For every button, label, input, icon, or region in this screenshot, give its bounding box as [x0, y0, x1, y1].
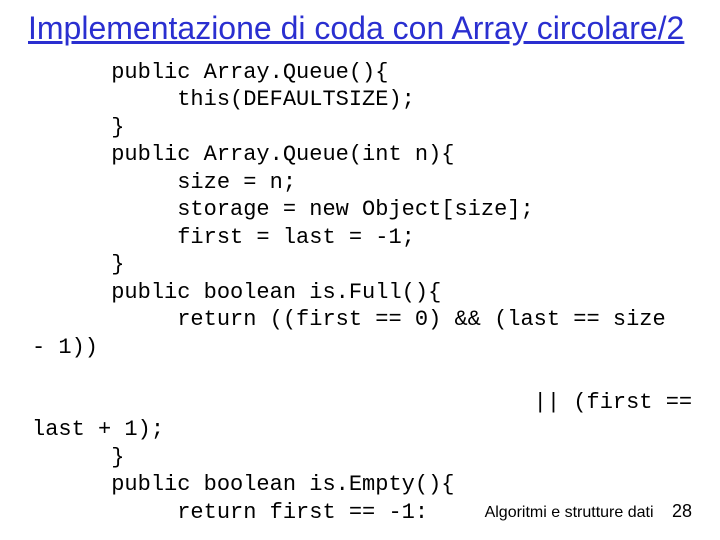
footer-label: Algoritmi e strutture dati: [485, 504, 654, 521]
slide: Implementazione di coda con Array circol…: [0, 0, 720, 540]
footer: Algoritmi e strutture dati 28: [485, 501, 692, 522]
slide-title: Implementazione di coda con Array circol…: [28, 10, 692, 47]
code-block: public Array.Queue(){ this(DEFAULTSIZE);…: [32, 59, 692, 527]
page-number: 28: [672, 501, 692, 521]
